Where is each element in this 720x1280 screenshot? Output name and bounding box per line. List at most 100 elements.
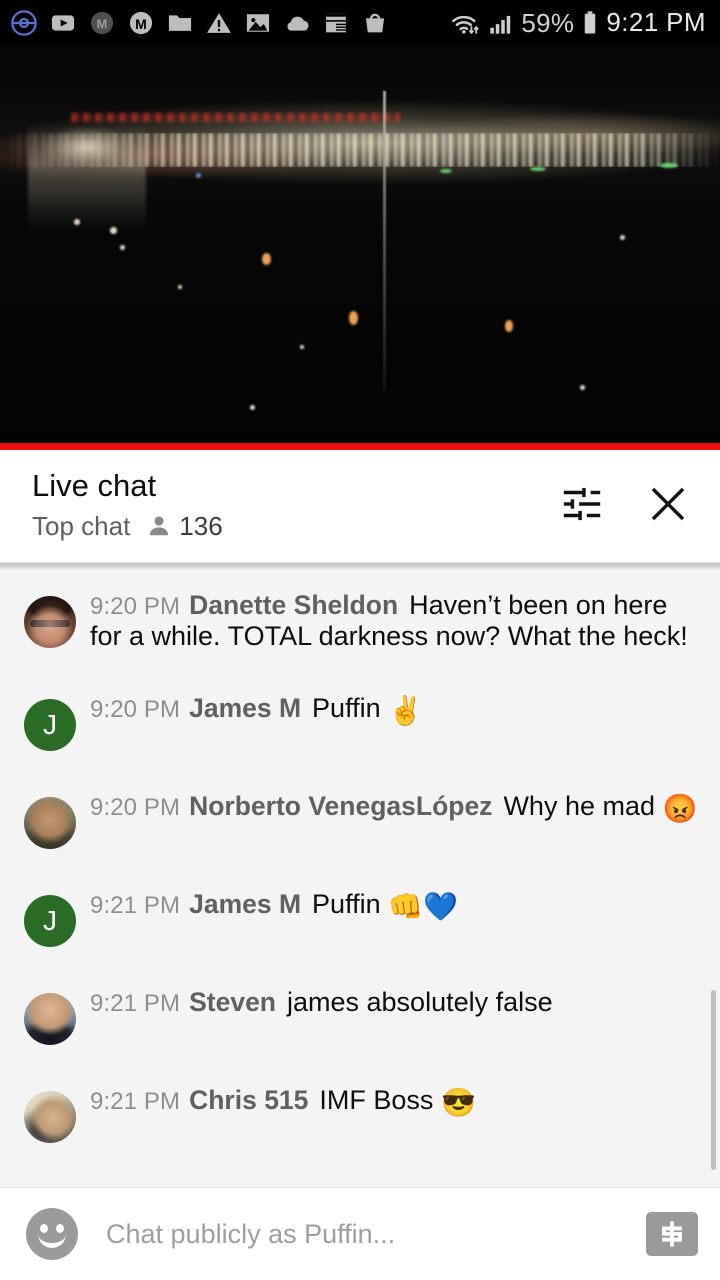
video-progress-bar[interactable]	[0, 443, 720, 450]
chat-message-4[interactable]: 9:21 PM Steven james absolutely false	[0, 960, 720, 1058]
chat-mode-label[interactable]: Top chat	[32, 511, 130, 542]
close-chat-button[interactable]	[642, 478, 694, 530]
message-author[interactable]: Norberto VenegasLópez	[189, 791, 492, 821]
svg-text:M: M	[97, 16, 108, 31]
message-author[interactable]: Steven	[189, 987, 276, 1017]
message-timestamp: 9:20 PM	[90, 593, 181, 620]
message-author[interactable]: James M	[189, 889, 301, 919]
message-timestamp: 9:21 PM	[90, 989, 181, 1017]
chat-message-2[interactable]: 9:20 PM Norberto VenegasLópez Why he mad 😡	[0, 764, 720, 862]
chat-message-1[interactable]: J 9:20 PM James M Puffin ✌️	[0, 666, 720, 764]
folder-icon	[166, 9, 194, 37]
page-title: Live chat	[32, 468, 157, 503]
cellular-signal-icon	[488, 10, 514, 36]
status-bar-right: 59% 9:21 PM	[449, 7, 706, 38]
chat-header-actions	[556, 468, 702, 530]
video-red-light-band	[70, 113, 400, 122]
chat-message-6[interactable]: P 9:21 PMPuffin@James please see my BLM …	[0, 1156, 720, 1187]
chat-input-bar	[0, 1187, 720, 1280]
message-author[interactable]: Chris 515	[189, 1085, 308, 1115]
chat-message-body: 9:20 PM Norberto VenegasLópez Why he mad 😡	[90, 777, 697, 825]
close-x-icon	[651, 487, 685, 521]
clock-label: 9:21 PM	[606, 7, 706, 37]
avatar[interactable]: J	[24, 894, 76, 947]
chat-input[interactable]	[106, 1218, 646, 1250]
video-light-dot	[74, 219, 80, 225]
notes-icon	[322, 9, 350, 37]
chat-message-body: 9:21 PMPuffin@James please see my BLM bo…	[90, 1169, 700, 1187]
photo-icon	[244, 9, 272, 37]
chat-message-body: 9:20 PM Danette Sheldon Haven’t been on he…	[90, 576, 700, 653]
chat-message-body: 9:21 PM Chris 515 IMF Boss 😎	[90, 1071, 476, 1119]
message-emoji: 👊💙	[388, 890, 458, 922]
chat-message-5[interactable]: 9:21 PM Chris 515 IMF Boss 😎	[0, 1058, 720, 1156]
video-light-dot	[505, 320, 513, 332]
emoji-eye-left	[40, 1224, 48, 1233]
live-chat-header: Live chat Top chat 136	[0, 450, 720, 562]
video-light-dot	[580, 385, 585, 390]
wifi-data-transfer-icon	[449, 9, 481, 37]
video-light-dot	[110, 227, 117, 234]
message-timestamp: 9:20 PM	[90, 695, 181, 723]
m-badge-outline-icon: M	[127, 9, 155, 37]
chat-message-body: 9:21 PM James M Puffin 👊💙	[90, 875, 458, 923]
message-text: Why he mad	[503, 790, 655, 821]
chat-scroll-container: own interests and not yours?? 9:20 PMDan…	[0, 563, 720, 1187]
avatar[interactable]: J	[24, 698, 76, 751]
video-light-dot	[660, 163, 678, 168]
chat-header-titles: Live chat Top chat 136	[32, 468, 223, 542]
message-author[interactable]: Danette Sheldon	[189, 590, 398, 620]
video-light-dot	[250, 405, 255, 410]
chat-message-body: 9:21 PM Steven james absolutely false	[90, 973, 553, 1018]
chat-message-list[interactable]: own interests and not yours?? 9:20 PMDan…	[0, 562, 720, 1187]
message-timestamp: 9:21 PM	[90, 1087, 181, 1115]
viewer-count-label: 136	[179, 510, 223, 541]
avatar[interactable]	[24, 992, 76, 1045]
video-light-dot	[530, 167, 546, 171]
message-text: IMF Boss	[319, 1084, 434, 1115]
viewer-count-group: 136	[146, 510, 223, 542]
m-badge-filled-icon: M	[88, 9, 116, 37]
video-light-dot	[620, 235, 625, 240]
video-monument	[28, 123, 146, 233]
cloud-icon	[283, 9, 311, 37]
video-light-dot	[300, 345, 304, 349]
message-author[interactable]: James M	[189, 693, 301, 723]
chat-header-subline: Top chat 136	[32, 511, 223, 542]
video-pole	[383, 91, 386, 391]
message-emoji: 😡	[662, 792, 698, 824]
emoji-mouth	[38, 1234, 66, 1248]
warning-triangle-icon	[205, 9, 233, 37]
chat-settings-sliders-icon	[563, 487, 601, 521]
message-timestamp: 9:20 PM	[90, 793, 181, 821]
pokeball-icon	[10, 9, 38, 37]
super-chat-button[interactable]	[646, 1212, 698, 1256]
status-bar: M M 59% 9:21 PM	[0, 0, 720, 45]
video-light-dot	[349, 311, 358, 325]
video-light-dot	[262, 253, 271, 265]
youtube-icon	[49, 9, 77, 37]
avatar[interactable]	[24, 596, 76, 648]
chat-message-3[interactable]: J 9:21 PM James M Puffin 👊💙	[0, 862, 720, 960]
emoji-eye-right	[56, 1224, 64, 1233]
message-timestamp: 9:21 PM	[90, 891, 181, 919]
chat-message-0[interactable]: 9:20 PM Danette Sheldon Haven’t been on he…	[0, 563, 720, 666]
person-icon	[150, 516, 169, 536]
avatar[interactable]	[24, 1090, 76, 1143]
emoji-smiley-icon[interactable]	[26, 1208, 78, 1260]
shopping-bag-icon	[361, 9, 389, 37]
battery-percent-label: 59%	[521, 7, 575, 38]
video-player[interactable]	[0, 45, 720, 450]
chat-settings-button[interactable]	[556, 478, 608, 530]
svg-text:M: M	[135, 15, 147, 31]
message-text: Puffin	[312, 888, 381, 919]
message-emoji: ✌️	[388, 694, 423, 726]
message-text: Puffin	[312, 692, 381, 723]
battery-icon	[581, 9, 599, 37]
video-light-dot	[196, 173, 201, 178]
video-light-dot	[440, 169, 452, 173]
avatar[interactable]	[24, 796, 76, 849]
video-light-dot	[120, 245, 125, 250]
video-frame	[0, 45, 720, 450]
chat-message-body: 9:20 PM James M Puffin ✌️	[90, 679, 423, 727]
